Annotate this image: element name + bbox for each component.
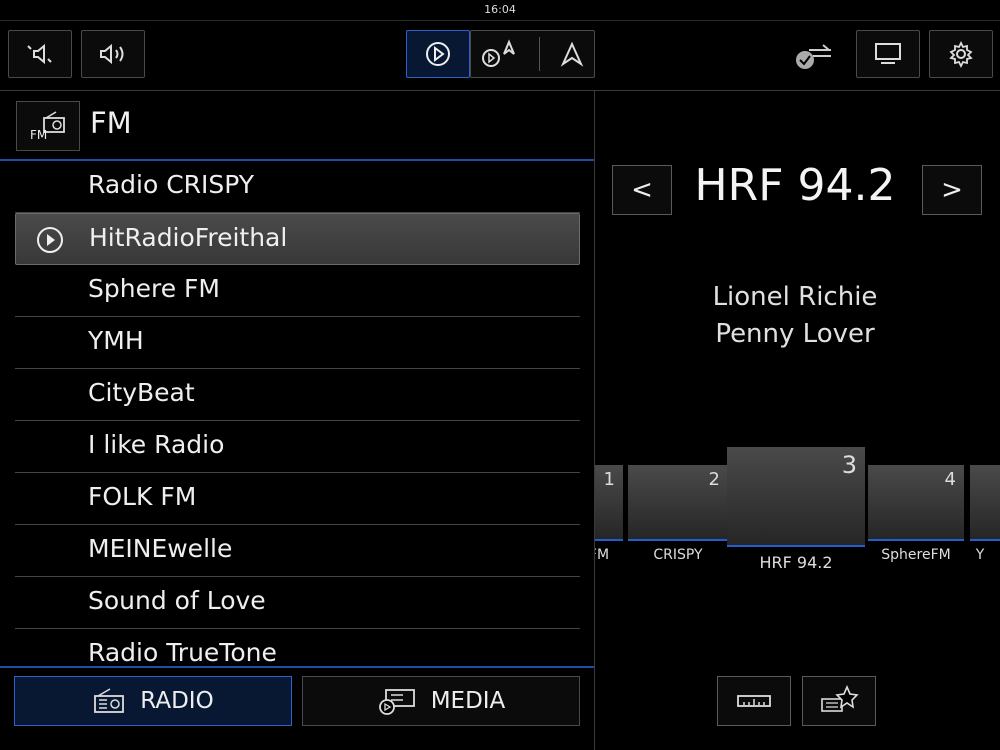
connection-status-icon[interactable]: [793, 38, 835, 76]
source-title: FM: [90, 106, 132, 140]
fm-radio-icon: FM: [30, 111, 65, 142]
station-label: MEINEwelle: [88, 534, 233, 563]
volume-up-icon: [100, 43, 124, 65]
preset-label: CRISPY: [653, 547, 703, 563]
volume-up-button[interactable]: [81, 30, 145, 78]
station-label: FOLK FM: [88, 482, 197, 511]
status-bar: 16:04: [0, 0, 1000, 21]
station-label: Radio TrueTone: [88, 638, 277, 666]
station-list-item[interactable]: Radio CRISPY: [15, 161, 580, 213]
volume-down-icon: [27, 43, 52, 65]
clock: 16:04: [484, 3, 516, 16]
settings-button[interactable]: [929, 30, 993, 78]
preset-carousel[interactable]: 1 FM 2 CRISPY 3 HRF 94.2 4 SphereFM Y: [595, 440, 1000, 590]
radio-icon: [94, 688, 125, 713]
station-list-item[interactable]: I like Radio: [15, 421, 580, 473]
station-label: Sphere FM: [88, 274, 220, 303]
list-bottom-line: [0, 666, 594, 668]
preset-number: 4: [944, 469, 956, 490]
preset-number: 1: [603, 469, 615, 490]
station-label: CityBeat: [88, 378, 195, 407]
screen-icon: [875, 43, 901, 64]
station-label: HitRadioFreithal: [89, 223, 288, 252]
preset-tile[interactable]: 2: [628, 465, 728, 541]
station-list-item[interactable]: CityBeat: [15, 369, 580, 421]
station-list-item[interactable]: HitRadioFreithal: [15, 213, 580, 265]
preset-tile[interactable]: 3: [727, 447, 865, 547]
tuner-scale-button[interactable]: [717, 676, 791, 726]
connection-check-icon: [796, 44, 831, 69]
station-list-item[interactable]: Radio TrueTone: [15, 629, 580, 666]
media-tab-button[interactable]: MEDIA: [302, 676, 580, 726]
current-station-name: HRF 94.2: [694, 160, 896, 211]
media-nav-icon: [482, 39, 516, 67]
pane-divider: [594, 91, 595, 750]
tuner-scale-icon: [737, 695, 771, 707]
separator: [538, 37, 540, 71]
preset-tile[interactable]: [970, 465, 1000, 541]
media-nav-button[interactable]: [470, 30, 595, 78]
radio-tab-button[interactable]: RADIO: [14, 676, 292, 726]
gear-icon: [949, 40, 973, 68]
volume-down-button[interactable]: [8, 30, 72, 78]
play-circle-icon: [36, 226, 64, 258]
preset-number: 2: [708, 469, 720, 490]
station-label: YMH: [88, 326, 144, 355]
media-player-button[interactable]: [406, 30, 470, 78]
station-label: Sound of Love: [88, 586, 266, 615]
station-list-item[interactable]: MEINEwelle: [15, 525, 580, 577]
preset-label: HRF 94.2: [759, 553, 833, 572]
media-tab-label: MEDIA: [430, 688, 506, 714]
preset-label: Y: [975, 547, 985, 563]
radio-tab-label: RADIO: [140, 688, 214, 714]
toolbar-divider: [0, 90, 1000, 91]
preset-label: SphereFM: [881, 547, 951, 563]
favorites-button[interactable]: [802, 676, 876, 726]
preset-tile[interactable]: 4: [868, 465, 964, 541]
station-list-item[interactable]: FOLK FM: [15, 473, 580, 525]
chevron-right-icon: >: [941, 175, 963, 205]
station-list-item[interactable]: Sphere FM: [15, 265, 580, 317]
media-icon: [378, 689, 415, 715]
play-circle-icon: [426, 42, 450, 66]
station-label: Radio CRISPY: [88, 170, 255, 199]
favorite-star-icon: [821, 685, 859, 712]
preset-number: 3: [841, 451, 857, 479]
station-list-item[interactable]: Sound of Love: [15, 577, 580, 629]
source-select-button[interactable]: FM: [16, 101, 80, 151]
next-station-button[interactable]: >: [922, 165, 982, 215]
fm-icon-label: FM: [30, 128, 47, 142]
song-title: Penny Lover: [715, 319, 875, 349]
preset-label: FM: [595, 547, 610, 563]
preset-tile[interactable]: 1: [595, 465, 623, 541]
artist-name: Lionel Richie: [712, 282, 878, 312]
station-label: I like Radio: [88, 430, 225, 459]
navigation-arrow-icon: [560, 41, 583, 67]
station-list[interactable]: Radio CRISPY HitRadioFreithal Sphere FM YMH…: [15, 161, 580, 666]
station-list-item[interactable]: YMH: [15, 317, 580, 369]
screen-button[interactable]: [856, 30, 920, 78]
